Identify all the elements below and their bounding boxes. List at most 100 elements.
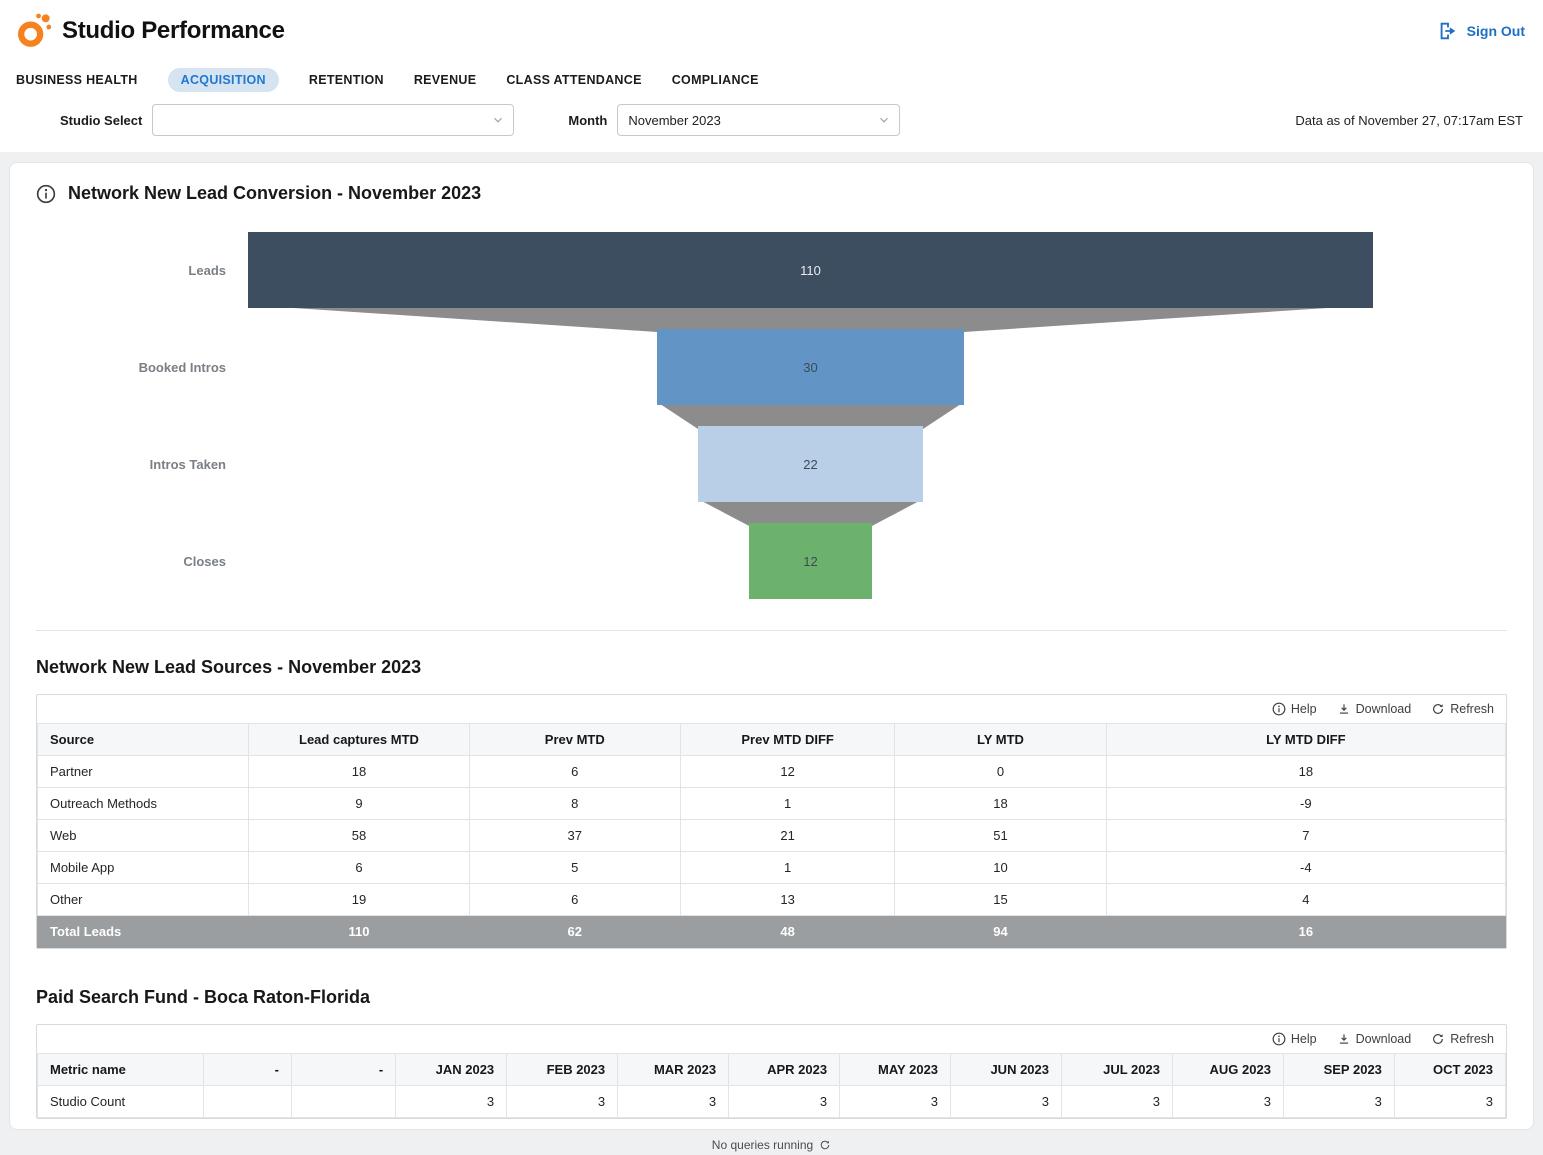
funnel-canvas: 110302212 <box>248 232 1373 600</box>
download-icon <box>1337 1032 1351 1046</box>
column-header: - <box>203 1054 291 1086</box>
month-value: November 2023 <box>628 113 721 128</box>
paid-search-table-box: Help Download Refresh Metric name--JAN 2… <box>36 1024 1507 1119</box>
paid-search-table: Metric name--JAN 2023FEB 2023MAR 2023APR… <box>37 1053 1506 1118</box>
lead-conversion-funnel: LeadsBooked IntrosIntros TakenCloses 110… <box>36 232 1507 600</box>
help-button[interactable]: Help <box>1272 702 1317 716</box>
help-label: Help <box>1291 1032 1317 1046</box>
section-divider <box>36 630 1507 631</box>
column-header: Source <box>38 724 249 756</box>
value-cell: 6 <box>469 756 680 788</box>
column-header: MAY 2023 <box>840 1054 951 1086</box>
tab-revenue[interactable]: REVENUE <box>414 68 477 92</box>
funnel-connector <box>248 499 1373 526</box>
app-header: Studio Performance Sign Out <box>0 0 1543 62</box>
paid-search-section: Paid Search Fund - Boca Raton-Florida He… <box>36 987 1507 1119</box>
download-label: Download <box>1356 1032 1412 1046</box>
header-row: SourceLead captures MTDPrev MTDPrev MTD … <box>38 724 1506 756</box>
refresh-label: Refresh <box>1450 1032 1494 1046</box>
paid-search-toolbar: Help Download Refresh <box>37 1025 1506 1053</box>
refresh-icon[interactable] <box>819 1139 831 1151</box>
refresh-button[interactable]: Refresh <box>1431 1032 1494 1046</box>
column-header: APR 2023 <box>729 1054 840 1086</box>
row-label-cell: Studio Count <box>38 1086 204 1118</box>
value-cell: 8 <box>469 788 680 820</box>
value-cell: 3 <box>951 1086 1062 1118</box>
row-label-cell: Outreach Methods <box>38 788 249 820</box>
value-cell: 48 <box>680 916 894 948</box>
column-header: Lead captures MTD <box>249 724 469 756</box>
studio-select-dropdown[interactable] <box>152 104 514 136</box>
chevron-down-icon <box>491 113 505 127</box>
studio-select-label: Studio Select <box>60 113 142 128</box>
funnel-bar: 110 <box>248 232 1373 308</box>
queries-status-text: No queries running <box>712 1138 813 1152</box>
lead-sources-table: SourceLead captures MTDPrev MTDPrev MTD … <box>37 723 1506 948</box>
tab-business-health[interactable]: BUSINESS HEALTH <box>16 68 138 92</box>
value-cell: 18 <box>249 756 469 788</box>
value-cell: 18 <box>895 788 1106 820</box>
value-cell: 3 <box>840 1086 951 1118</box>
funnel-bar: 12 <box>749 523 872 599</box>
value-cell: 15 <box>895 884 1106 916</box>
value-cell: 62 <box>469 916 680 948</box>
column-header: Prev MTD DIFF <box>680 724 894 756</box>
value-cell <box>203 1086 291 1118</box>
table-row: Studio Count3333333333 <box>38 1086 1506 1118</box>
lead-sources-toolbar: Help Download Refresh <box>37 695 1506 723</box>
download-button[interactable]: Download <box>1337 702 1412 716</box>
tab-class-attendance[interactable]: CLASS ATTENDANCE <box>506 68 641 92</box>
sign-out-button[interactable]: Sign Out <box>1437 20 1525 42</box>
value-cell: 12 <box>680 756 894 788</box>
value-cell: 7 <box>1106 820 1505 852</box>
status-footer: No queries running <box>0 1135 1543 1155</box>
tab-compliance[interactable]: COMPLIANCE <box>672 68 759 92</box>
column-header: Prev MTD <box>469 724 680 756</box>
table-row: Outreach Methods98118-9 <box>38 788 1506 820</box>
column-header: OCT 2023 <box>1394 1054 1505 1086</box>
column-header: LY MTD DIFF <box>1106 724 1505 756</box>
lead-conversion-section: Network New Lead Conversion - November 2… <box>36 183 1507 600</box>
column-header: FEB 2023 <box>507 1054 618 1086</box>
value-cell: 58 <box>249 820 469 852</box>
value-cell: 110 <box>249 916 469 948</box>
value-cell: -9 <box>1106 788 1505 820</box>
value-cell <box>291 1086 395 1118</box>
help-button[interactable]: Help <box>1272 1032 1317 1046</box>
value-cell: 3 <box>729 1086 840 1118</box>
refresh-icon <box>1431 1032 1445 1046</box>
data-as-of-text: Data as of November 27, 07:17am EST <box>1295 113 1527 128</box>
tab-acquisition[interactable]: ACQUISITION <box>168 68 279 92</box>
main-nav: BUSINESS HEALTH ACQUISITION RETENTION RE… <box>0 62 1543 94</box>
main-card: Network New Lead Conversion - November 2… <box>9 162 1534 1130</box>
lead-sources-title: Network New Lead Sources - November 2023 <box>36 657 1507 678</box>
column-header: - <box>291 1054 395 1086</box>
help-icon <box>1272 1032 1286 1046</box>
column-header: MAR 2023 <box>618 1054 729 1086</box>
row-label-cell: Other <box>38 884 249 916</box>
sign-out-icon <box>1437 20 1459 42</box>
column-header: AUG 2023 <box>1172 1054 1283 1086</box>
refresh-button[interactable]: Refresh <box>1431 702 1494 716</box>
funnel-category-label: Closes <box>36 523 226 599</box>
top-chrome: Studio Performance Sign Out BUSINESS HEA… <box>0 0 1543 152</box>
lead-sources-section: Network New Lead Sources - November 2023… <box>36 657 1507 949</box>
value-cell: 16 <box>1106 916 1505 948</box>
month-dropdown[interactable]: November 2023 <box>617 104 900 136</box>
row-label-cell: Total Leads <box>38 916 249 948</box>
table-row: Partner18612018 <box>38 756 1506 788</box>
brand: Studio Performance <box>14 12 285 50</box>
row-label-cell: Partner <box>38 756 249 788</box>
value-cell: 94 <box>895 916 1106 948</box>
info-icon[interactable] <box>36 184 56 204</box>
sign-out-label: Sign Out <box>1467 23 1525 39</box>
tab-retention[interactable]: RETENTION <box>309 68 384 92</box>
help-icon <box>1272 702 1286 716</box>
download-button[interactable]: Download <box>1337 1032 1412 1046</box>
total-row: Total Leads11062489416 <box>38 916 1506 948</box>
value-cell: 51 <box>895 820 1106 852</box>
value-cell: 5 <box>469 852 680 884</box>
column-header: JAN 2023 <box>396 1054 507 1086</box>
filters-row: Studio Select Month November 2023 Data a… <box>0 94 1543 142</box>
header-row: Metric name--JAN 2023FEB 2023MAR 2023APR… <box>38 1054 1506 1086</box>
